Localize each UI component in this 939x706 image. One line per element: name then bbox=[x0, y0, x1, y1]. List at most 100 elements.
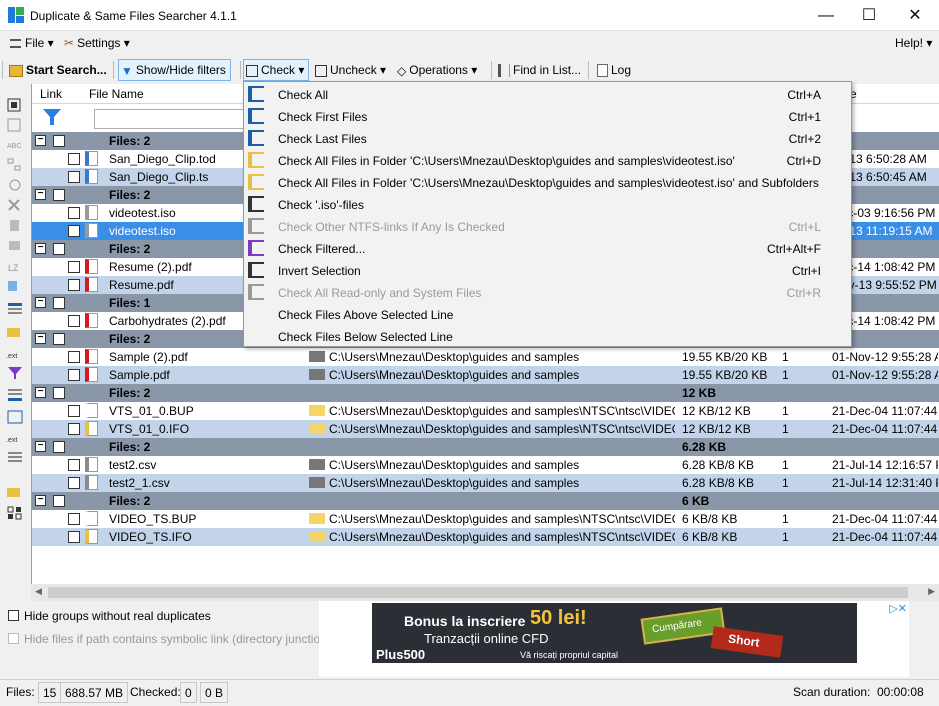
recycle-icon[interactable] bbox=[6, 217, 24, 233]
file-row[interactable]: VTS_01_0.BUP C:\Users\Mnezau\Desktop\guid… bbox=[32, 402, 939, 420]
collapse-icon[interactable]: − bbox=[35, 297, 46, 308]
group-checkbox[interactable] bbox=[53, 189, 65, 201]
check-menu-item[interactable]: Check All Ctrl+A bbox=[244, 83, 851, 105]
ext-icon[interactable]: .ext bbox=[6, 345, 24, 361]
check-last-icon[interactable] bbox=[6, 387, 24, 403]
scrollbar-thumb[interactable] bbox=[48, 587, 908, 598]
minimize-button[interactable]: — bbox=[803, 0, 849, 31]
file-row[interactable]: VIDEO_TS.BUP C:\Users\Mnezau\Desktop\guid… bbox=[32, 510, 939, 528]
file-checkbox[interactable] bbox=[68, 225, 80, 237]
group-checkbox[interactable] bbox=[53, 387, 65, 399]
menu-settings[interactable]: ✂ Settings ▾ bbox=[64, 36, 130, 50]
find-in-list-button[interactable]: Find in List... bbox=[495, 59, 586, 81]
check-menu-item[interactable]: Check Files Above Selected Line bbox=[244, 303, 851, 325]
file-row[interactable]: test2.csv C:\Users\Mnezau\Desktop\guides … bbox=[32, 456, 939, 474]
group-checkbox[interactable] bbox=[53, 441, 65, 453]
hide-symlink-checkbox[interactable] bbox=[8, 633, 19, 644]
move-icon[interactable] bbox=[6, 237, 24, 253]
lz-icon[interactable]: LZ bbox=[6, 259, 24, 275]
folder-check-icon[interactable] bbox=[6, 323, 24, 339]
uncheck-all-icon[interactable] bbox=[6, 117, 24, 133]
operations-dropdown-button[interactable]: ◇ Operations ▾ bbox=[394, 59, 482, 81]
check-menu-item[interactable]: Check Files Below Selected Line bbox=[244, 325, 851, 347]
check-menu-item[interactable]: Check Other NTFS-links If Any Is Checked… bbox=[244, 215, 851, 237]
log-button[interactable]: Log bbox=[594, 59, 636, 81]
network-icon[interactable] bbox=[6, 177, 24, 193]
file-checkbox[interactable] bbox=[68, 513, 80, 525]
check-menu-item[interactable]: Check '.iso'-files bbox=[244, 193, 851, 215]
ad-close-icon[interactable]: ▷✕ bbox=[889, 602, 907, 615]
file-checkbox[interactable] bbox=[68, 315, 80, 327]
file-checkbox[interactable] bbox=[68, 369, 80, 381]
check-menu-item[interactable]: Check Last Files Ctrl+2 bbox=[244, 127, 851, 149]
file-row[interactable]: VIDEO_TS.IFO C:\Users\Mnezau\Desktop\guid… bbox=[32, 528, 939, 546]
scroll-left-arrow-icon[interactable]: ◀ bbox=[35, 586, 42, 597]
check-menu-item[interactable]: Check Filtered... Ctrl+Alt+F bbox=[244, 237, 851, 259]
column-header-link[interactable]: Link bbox=[40, 87, 62, 101]
check-menu-item[interactable]: Invert Selection Ctrl+I bbox=[244, 259, 851, 281]
check-menu-item[interactable]: Check All Files in Folder 'C:\Users\Mnez… bbox=[244, 171, 851, 193]
file-checkbox[interactable] bbox=[68, 279, 80, 291]
start-search-button[interactable]: Start Search... bbox=[6, 59, 112, 81]
menu-file[interactable]: File ▾ bbox=[10, 36, 54, 50]
scroll-right-arrow-icon[interactable]: ▶ bbox=[928, 586, 935, 597]
file-row[interactable]: Sample.pdf C:\Users\Mnezau\Desktop\guides… bbox=[32, 366, 939, 384]
collapse-icon[interactable]: − bbox=[35, 387, 46, 398]
delete-x-icon[interactable] bbox=[6, 197, 24, 213]
collapse-icon[interactable]: − bbox=[35, 135, 46, 146]
collapse-icon[interactable]: − bbox=[35, 333, 46, 344]
folder2-icon[interactable] bbox=[6, 483, 24, 499]
file-row[interactable]: test2_1.csv C:\Users\Mnezau\Desktop\guide… bbox=[32, 474, 939, 492]
file-name-filter-input[interactable] bbox=[94, 109, 254, 129]
group-row[interactable]: − Files: 2 6.28 KB bbox=[32, 438, 939, 456]
group-row[interactable]: − Files: 2 12 KB bbox=[32, 384, 939, 402]
invert-selection-icon[interactable] bbox=[6, 505, 24, 521]
group-checkbox[interactable] bbox=[53, 243, 65, 255]
file-row[interactable]: Sample (2).pdf C:\Users\Mnezau\Desktop\gu… bbox=[32, 348, 939, 366]
ext2-icon[interactable]: .ext bbox=[6, 429, 24, 445]
uncheck-dropdown-button[interactable]: Uncheck ▾ bbox=[312, 59, 391, 81]
ad-short-button[interactable]: Short bbox=[710, 626, 784, 658]
maximize-button[interactable]: ☐ bbox=[846, 0, 892, 31]
close-button[interactable]: ✕ bbox=[892, 0, 938, 31]
check-menu-item[interactable]: Check First Files Ctrl+1 bbox=[244, 105, 851, 127]
file-checkbox[interactable] bbox=[68, 351, 80, 363]
check-all-icon[interactable] bbox=[6, 97, 24, 113]
file-checkbox[interactable] bbox=[68, 531, 80, 543]
advertisement-banner[interactable]: Bonus la inscriere 50 lei! Tranzacții on… bbox=[372, 603, 857, 663]
check-first-icon[interactable] bbox=[6, 301, 24, 317]
column-header-file-name[interactable]: File Name bbox=[89, 87, 144, 101]
horizontal-scrollbar[interactable]: ◀ ▶ bbox=[31, 584, 939, 601]
group-checkbox[interactable] bbox=[53, 495, 65, 507]
file-checkbox[interactable] bbox=[68, 477, 80, 489]
tree-icon[interactable] bbox=[6, 157, 24, 173]
show-hide-filters-button[interactable]: ▼ Show/Hide filters bbox=[118, 59, 231, 81]
file-checkbox[interactable] bbox=[68, 423, 80, 435]
file-checkbox[interactable] bbox=[68, 459, 80, 471]
file-checkbox[interactable] bbox=[68, 153, 80, 165]
file-checkbox[interactable] bbox=[68, 207, 80, 219]
file-row[interactable]: VTS_01_0.IFO C:\Users\Mnezau\Desktop\guid… bbox=[32, 420, 939, 438]
check-rows-icon[interactable] bbox=[6, 449, 24, 465]
check-menu-item[interactable]: Check All Read-only and System Files Ctrl… bbox=[244, 281, 851, 303]
filter-check-icon[interactable] bbox=[6, 365, 24, 381]
abc-icon[interactable]: ABC bbox=[6, 137, 24, 153]
group-checkbox[interactable] bbox=[53, 135, 65, 147]
check-menu-item[interactable]: Check All Files in Folder 'C:\Users\Mnez… bbox=[244, 149, 851, 171]
hide-groups-checkbox[interactable] bbox=[8, 610, 19, 621]
menu-help[interactable]: Help! ▾ bbox=[895, 36, 932, 50]
check-middle-icon[interactable] bbox=[6, 409, 24, 425]
file-checkbox[interactable] bbox=[68, 261, 80, 273]
check-dropdown-button[interactable]: Check ▾ bbox=[243, 59, 310, 81]
collapse-icon[interactable]: − bbox=[35, 189, 46, 200]
group-checkbox[interactable] bbox=[53, 297, 65, 309]
collapse-icon[interactable]: − bbox=[35, 441, 46, 452]
copy-icon[interactable] bbox=[6, 279, 24, 295]
file-checkbox[interactable] bbox=[68, 171, 80, 183]
collapse-icon[interactable]: − bbox=[35, 495, 46, 506]
collapse-icon[interactable]: − bbox=[35, 243, 46, 254]
file-checkbox[interactable] bbox=[68, 405, 80, 417]
group-checkbox[interactable] bbox=[53, 333, 65, 345]
filter-funnel-icon[interactable] bbox=[42, 107, 62, 127]
group-row[interactable]: − Files: 2 6 KB bbox=[32, 492, 939, 510]
